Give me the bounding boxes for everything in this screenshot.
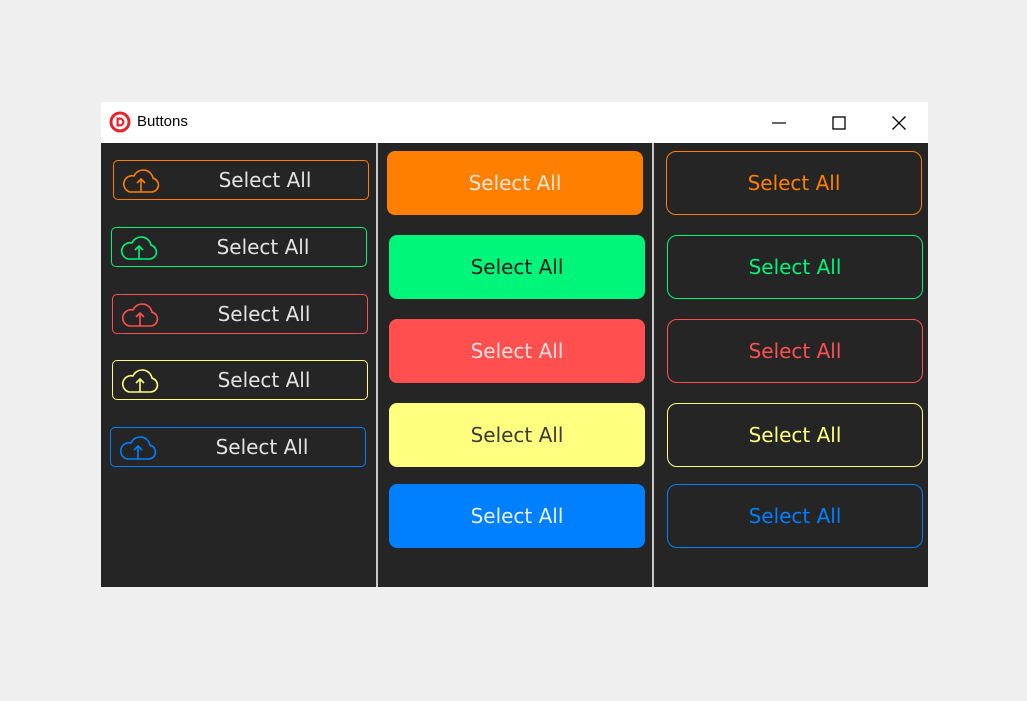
outline-button-yellow[interactable]: Select All [667, 403, 923, 467]
button-label: Select All [747, 171, 841, 195]
filled-button-red[interactable]: Select All [389, 319, 645, 383]
button-label: Select All [216, 235, 310, 259]
cloud-upload-icon [121, 369, 159, 393]
filled-button-green[interactable]: Select All [389, 235, 645, 299]
close-icon [892, 115, 906, 130]
button-label: Select All [748, 255, 842, 279]
window-title: Buttons [137, 113, 188, 130]
icon-button-green[interactable]: Select All [111, 227, 367, 267]
app-logo-icon [109, 111, 131, 133]
button-label: Select All [470, 339, 564, 363]
button-label: Select All [217, 368, 311, 392]
cloud-upload-icon [122, 169, 160, 193]
minimize-icon [772, 121, 786, 124]
title-bar[interactable]: Buttons [101, 102, 928, 143]
button-label: Select All [748, 339, 842, 363]
filled-button-orange[interactable]: Select All [387, 151, 643, 215]
icon-button-blue[interactable]: Select All [110, 427, 366, 467]
cloud-upload-icon [119, 436, 157, 460]
button-label: Select All [217, 302, 311, 326]
icon-button-orange[interactable]: Select All [113, 160, 369, 200]
button-label: Select All [748, 504, 842, 528]
maximize-button[interactable] [809, 102, 869, 143]
icon-button-red[interactable]: Select All [112, 294, 368, 334]
cloud-upload-icon [120, 236, 158, 260]
buttons-window: Buttons Select All Select All Select All [101, 102, 928, 587]
column-divider [652, 143, 654, 587]
button-label: Select All [218, 168, 312, 192]
content-area: Select All Select All Select All Select … [101, 143, 928, 587]
minimize-button[interactable] [749, 102, 809, 143]
button-label: Select All [470, 504, 564, 528]
button-label: Select All [470, 423, 564, 447]
column-divider [376, 143, 378, 587]
close-button[interactable] [869, 102, 929, 143]
outline-button-green[interactable]: Select All [667, 235, 923, 299]
button-label: Select All [748, 423, 842, 447]
outline-button-red[interactable]: Select All [667, 319, 923, 383]
filled-button-yellow[interactable]: Select All [389, 403, 645, 467]
icon-button-yellow[interactable]: Select All [112, 360, 368, 400]
outline-button-orange[interactable]: Select All [666, 151, 922, 215]
button-label: Select All [215, 435, 309, 459]
maximize-icon [832, 115, 846, 130]
filled-button-blue[interactable]: Select All [389, 484, 645, 548]
button-label: Select All [470, 255, 564, 279]
outline-button-blue[interactable]: Select All [667, 484, 923, 548]
button-label: Select All [468, 171, 562, 195]
cloud-upload-icon [121, 303, 159, 327]
